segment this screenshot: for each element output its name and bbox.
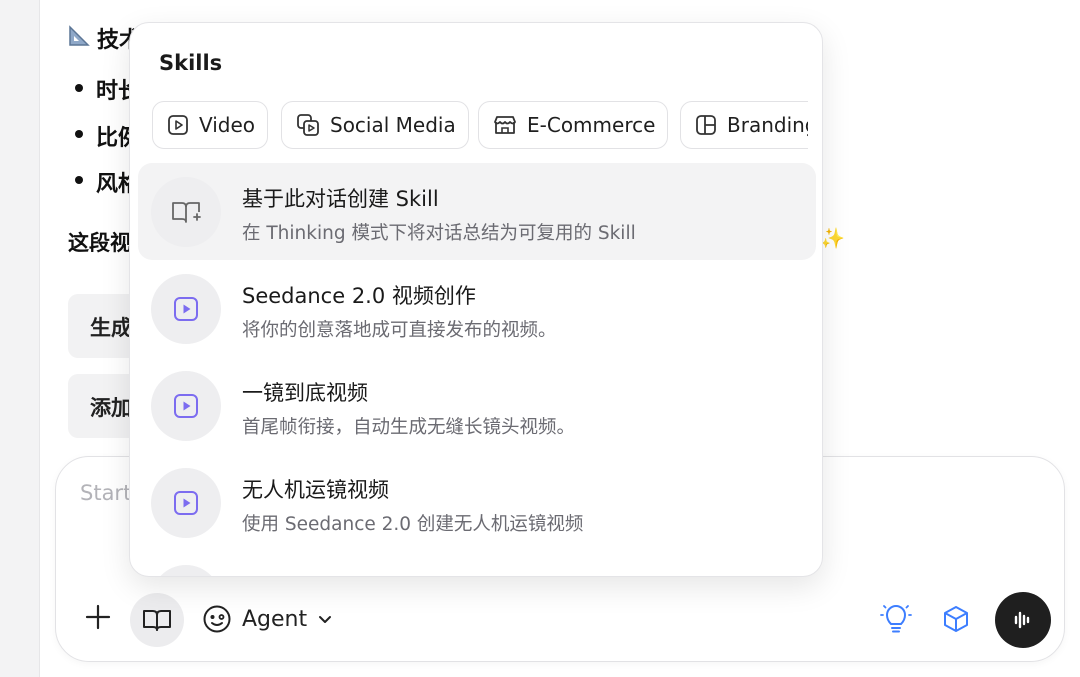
skill-item[interactable]: Seedance 2.0 视频创作 将你的创意落地成可直接发布的视频。 — [138, 260, 816, 357]
skill-icon-wrap — [151, 177, 221, 247]
agent-face-icon — [203, 605, 231, 633]
chip-label: Video — [199, 113, 256, 137]
chip-video[interactable]: Video — [152, 101, 269, 149]
book-plus-icon — [172, 202, 201, 223]
skill-icon-wrap — [151, 371, 221, 441]
book-open-icon — [143, 610, 171, 631]
social-copy-icon — [297, 114, 319, 136]
skill-title: Seedance 2.0 视频创作 — [242, 284, 476, 308]
triangular-ruler-icon — [69, 25, 90, 46]
chip-e-commerce[interactable]: E-Commerce — [478, 101, 669, 149]
agent-label: Agent — [242, 606, 308, 632]
suggestion-label: 添加 — [90, 396, 132, 420]
skill-icon-wrap — [151, 468, 221, 538]
skill-title: 无人机运镜视频 — [242, 478, 389, 502]
ideas-button[interactable] — [876, 599, 916, 639]
bullet-dot — [75, 84, 83, 92]
skill-category-row[interactable]: Video Social Media E-Commerce Brandin — [152, 101, 808, 153]
skill-description: 使用 Seedance 2.0 创建无人机运镜视频 — [242, 514, 584, 535]
chevron-down-icon — [319, 616, 332, 623]
popover-title: Skills — [159, 51, 223, 75]
chip-branding[interactable]: Branding — [680, 101, 808, 149]
chip-label: Social Media — [330, 113, 456, 137]
layout-grid-icon — [696, 115, 716, 135]
plus-icon — [85, 604, 111, 630]
skill-item-partial[interactable] — [138, 551, 816, 576]
skill-title: 基于此对话创建 Skill — [242, 187, 439, 211]
skill-description: 在 Thinking 模式下将对话总结为可复用的 Skill — [242, 223, 636, 244]
model-button[interactable] — [936, 599, 976, 639]
voice-input-button[interactable] — [995, 592, 1051, 648]
storefront-icon — [494, 116, 516, 134]
skill-description: 首尾帧衔接，自动生成无缝长镜头视频。 — [242, 417, 576, 438]
skills-popover: Skills Video Social Media E-Commerce Bra… — [129, 22, 823, 577]
video-play-icon — [174, 297, 198, 321]
bullet-dot — [75, 130, 83, 138]
lightbulb-icon — [880, 605, 912, 633]
skill-icon-wrap — [151, 565, 221, 576]
skill-item[interactable]: 无人机运镜视频 使用 Seedance 2.0 创建无人机运镜视频 — [138, 454, 816, 551]
bullet-dot — [75, 176, 83, 184]
chip-label: Branding — [727, 113, 808, 137]
chip-social-media[interactable]: Social Media — [281, 101, 469, 149]
app-window: 技术 时长 比例 风格 这段视 ✨ 生成 添加 Start Agent Skil… — [0, 0, 1080, 677]
cube-icon — [944, 606, 968, 632]
video-play-icon — [174, 394, 198, 418]
skill-description: 将你的创意落地成可直接发布的视频。 — [242, 320, 557, 341]
suggestion-label: 生成 — [90, 316, 132, 340]
video-play-icon — [174, 491, 198, 515]
skill-item[interactable]: 基于此对话创建 Skill 在 Thinking 模式下将对话总结为可复用的 S… — [138, 163, 816, 260]
chip-label: E-Commerce — [527, 113, 656, 137]
message-input[interactable]: Start — [80, 481, 131, 505]
skill-item[interactable]: 一镜到底视频 首尾帧衔接，自动生成无缝长镜头视频。 — [138, 357, 816, 454]
add-attachment-button[interactable] — [78, 597, 118, 637]
skill-title: 一镜到底视频 — [242, 381, 368, 405]
skill-icon-wrap — [151, 274, 221, 344]
skills-button[interactable] — [130, 593, 184, 647]
left-rail — [0, 0, 40, 677]
agent-mode-dropdown[interactable]: Agent — [202, 597, 333, 641]
play-square-icon — [168, 115, 188, 135]
bg-paragraph: 这段视 — [68, 231, 131, 255]
voice-wave-icon — [1014, 611, 1030, 629]
sparkle-icon: ✨ — [820, 226, 845, 250]
